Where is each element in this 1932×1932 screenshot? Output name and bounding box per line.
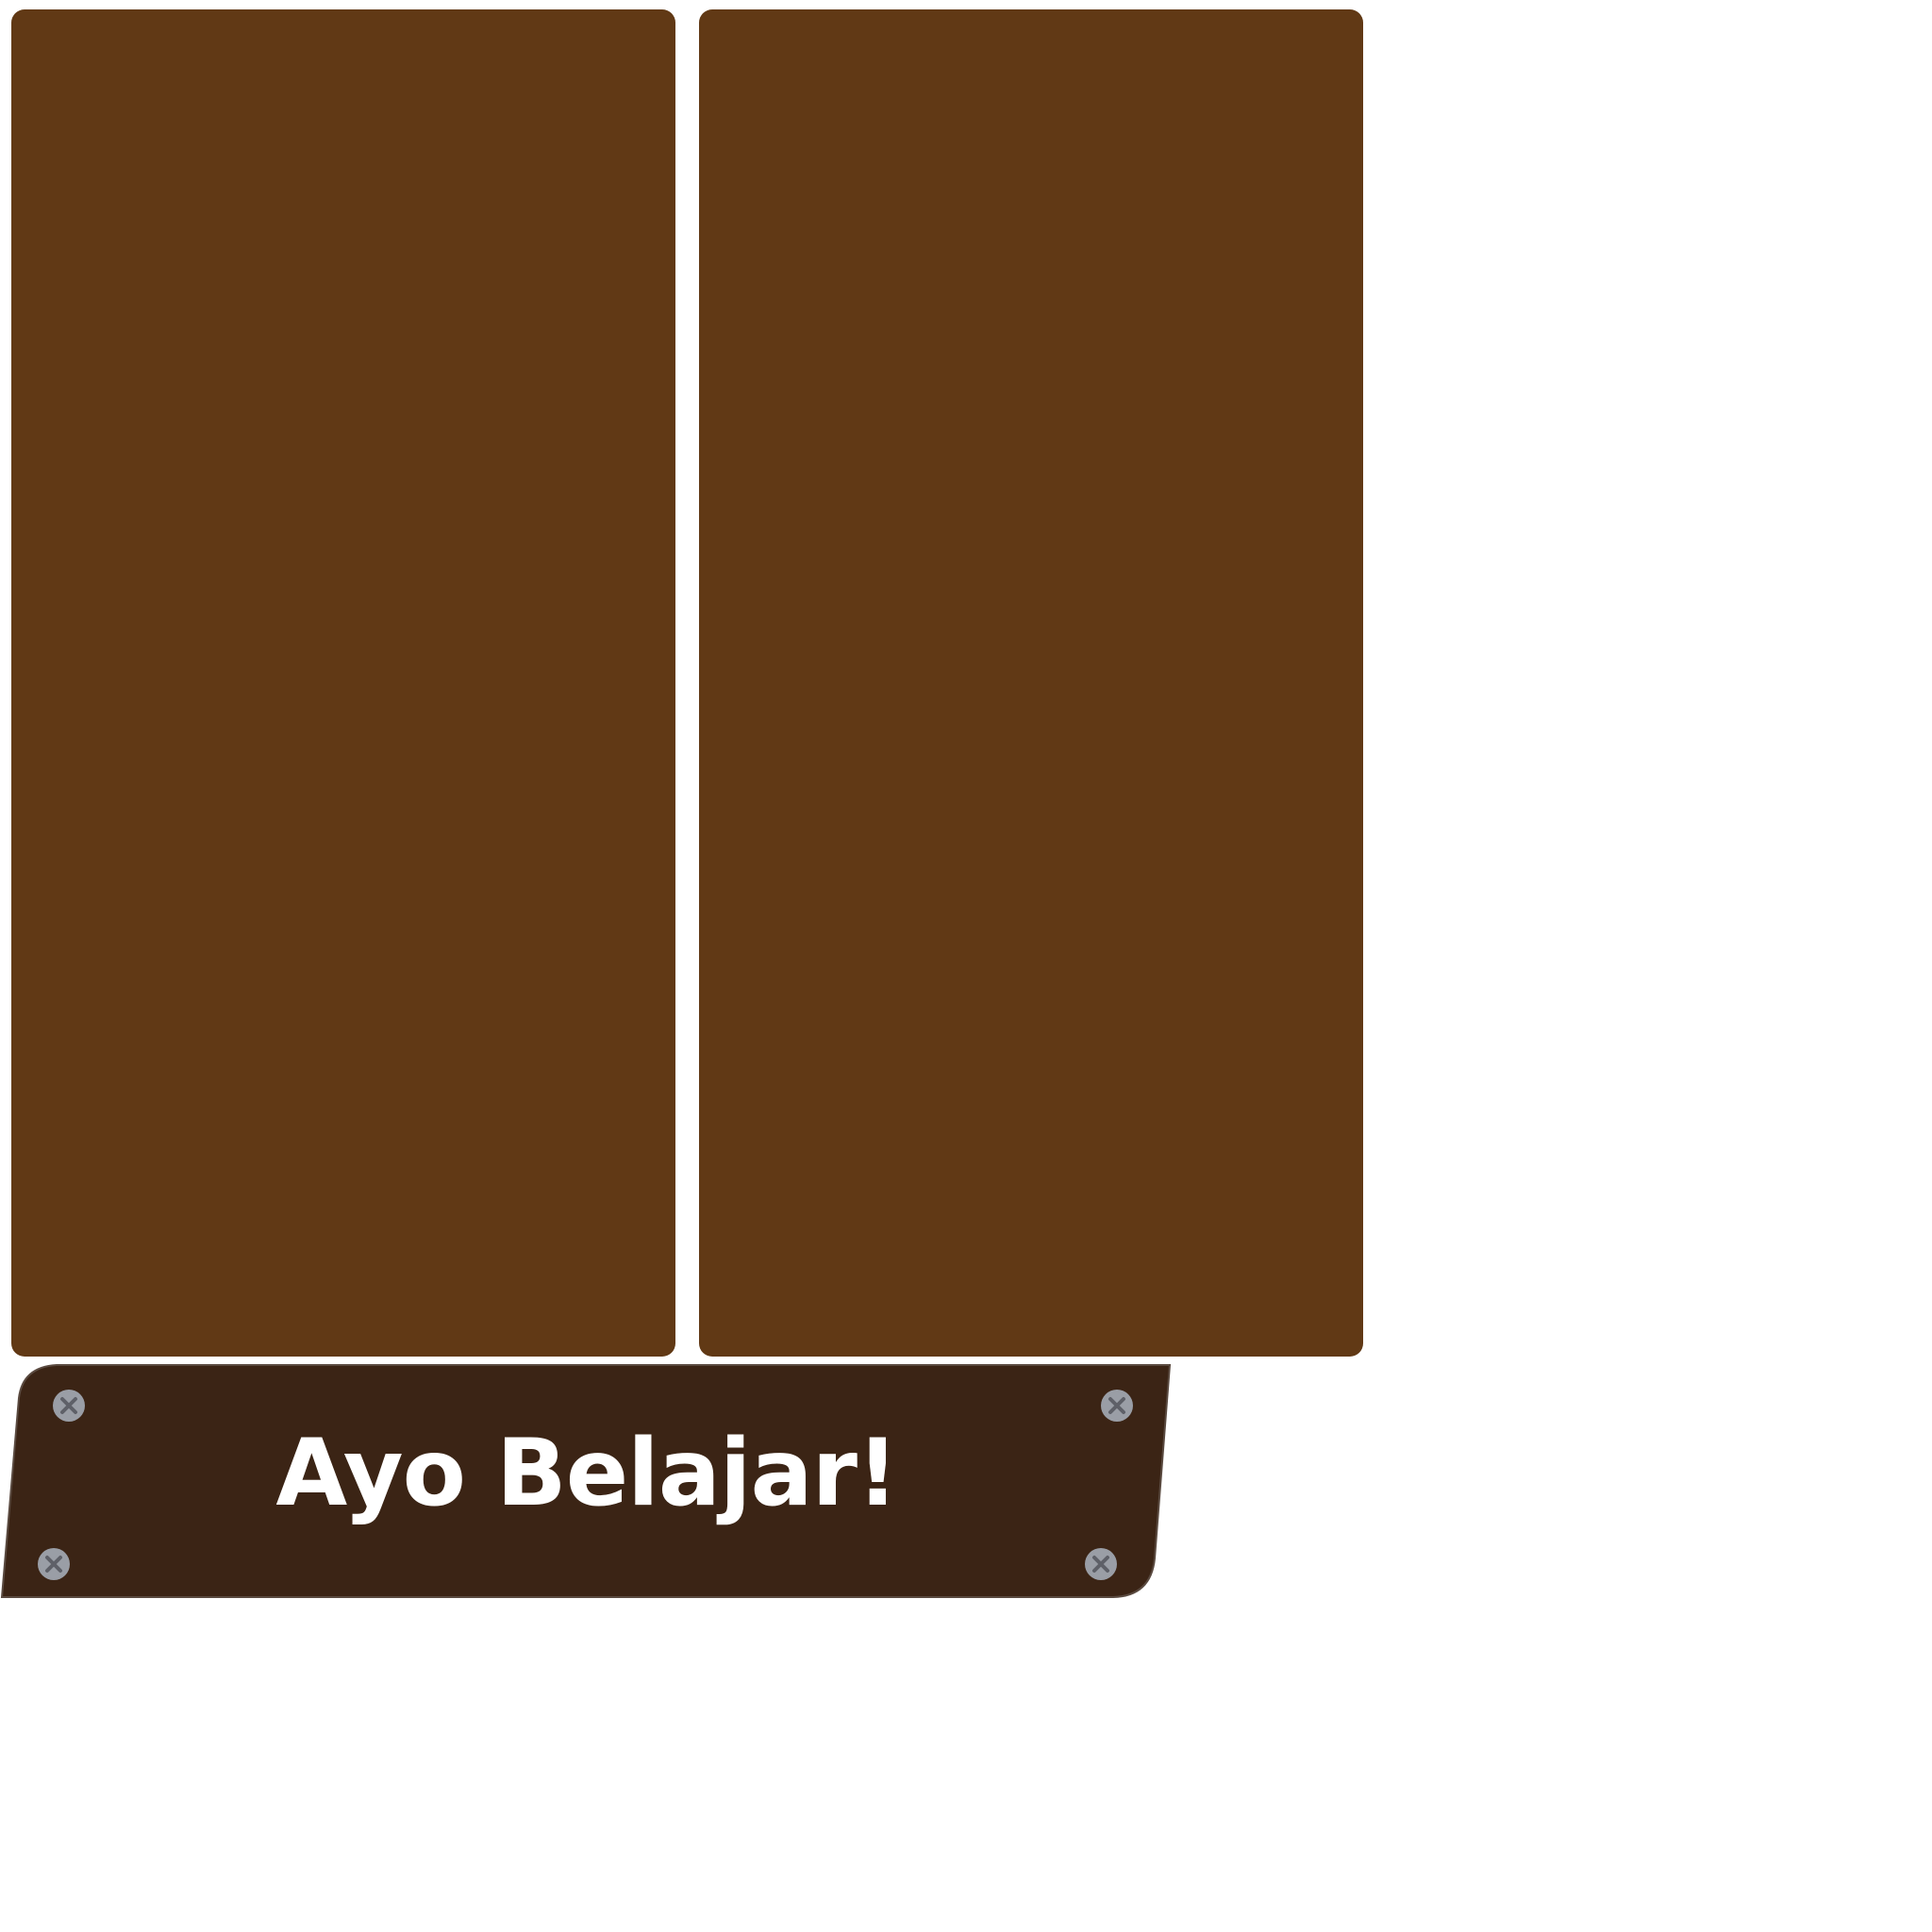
screw-icon	[1101, 1390, 1133, 1422]
left-board-panel	[11, 9, 675, 1357]
screw-icon	[53, 1390, 85, 1422]
screw-icon	[38, 1548, 70, 1580]
right-board-panel	[699, 9, 1363, 1357]
screw-icon	[1085, 1548, 1117, 1580]
sign-title: Ayo Belajar!	[275, 1420, 898, 1527]
title-sign: Ayo Belajar!	[0, 1364, 1174, 1601]
